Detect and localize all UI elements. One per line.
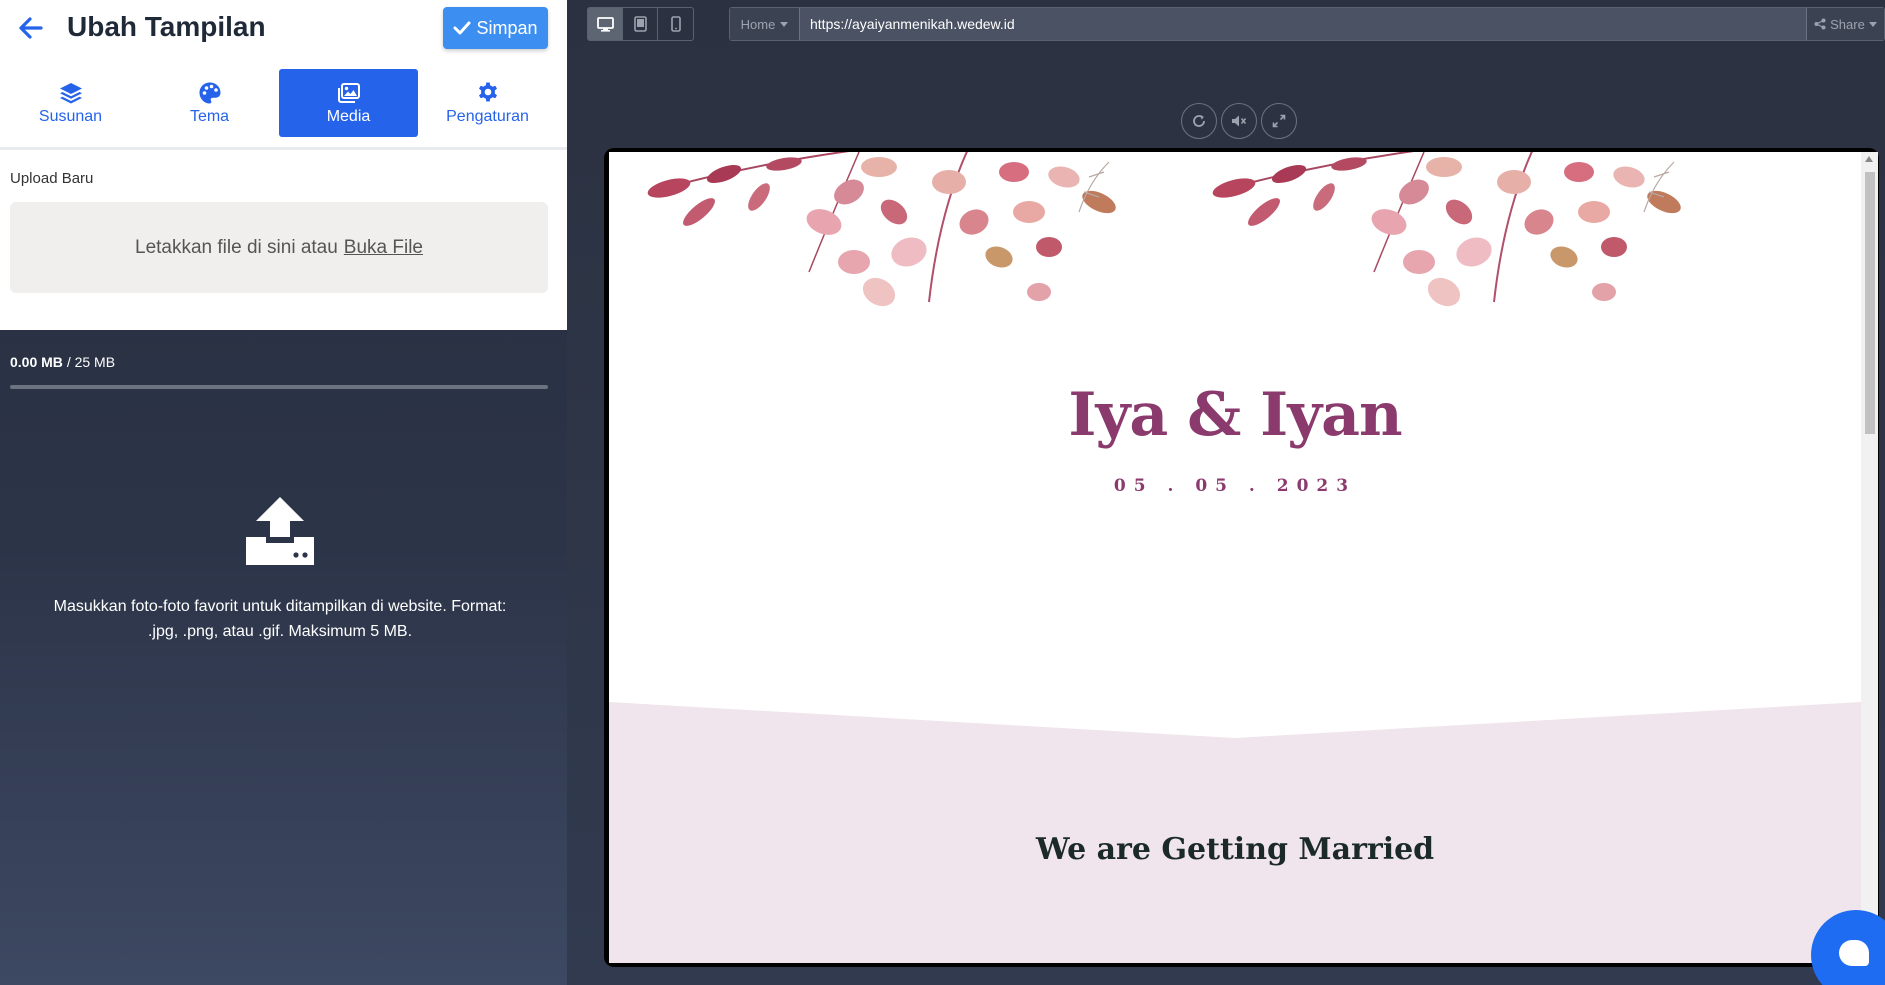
scrollbar-thumb[interactable] <box>1865 172 1875 434</box>
leaf-cluster <box>647 152 1116 307</box>
tablet-icon <box>633 16 647 32</box>
arrow-left-icon <box>19 17 43 39</box>
share-icon <box>1814 18 1826 30</box>
open-file-link[interactable]: Buka File <box>344 237 423 259</box>
panel-header-area: Ubah Tampilan Simpan Susunan Tema Media … <box>0 0 567 330</box>
tab-tema[interactable]: Tema <box>140 69 279 137</box>
divider <box>0 147 567 150</box>
images-icon <box>337 82 360 103</box>
layers-icon <box>59 82 82 103</box>
wedding-date: 05 . 05 . 2023 <box>1113 476 1357 496</box>
website-preview[interactable]: Iya & Iyan 05 . 05 . 2023 We are Getting… <box>609 152 1861 963</box>
storage-total: / 25 MB <box>66 354 116 370</box>
reload-button[interactable] <box>1181 103 1217 139</box>
editor-panel: Ubah Tampilan Simpan Susunan Tema Media … <box>0 0 567 985</box>
check-icon <box>453 21 471 35</box>
tab-label: Media <box>326 107 371 125</box>
share-label: Share <box>1830 16 1865 32</box>
caret-down-icon <box>780 21 789 27</box>
tab-label: Tema <box>189 107 230 125</box>
storage-used: 0.00 MB <box>10 354 63 370</box>
caret-down-icon <box>1868 21 1877 27</box>
mobile-view-button[interactable] <box>658 8 693 40</box>
fullscreen-button[interactable] <box>1261 103 1297 139</box>
tab-media[interactable]: Media <box>279 69 418 137</box>
upload-icon <box>246 497 314 565</box>
preview-scrollbar[interactable] <box>1861 152 1878 963</box>
dropzone-text: Letakkan file di sini atau <box>135 236 338 258</box>
floral-decoration <box>647 152 1686 313</box>
gear-icon <box>478 82 497 101</box>
desktop-view-button[interactable] <box>588 8 623 40</box>
desktop-icon <box>596 16 614 32</box>
storage-progress-bar <box>10 385 548 389</box>
page-select-value: Home <box>740 16 776 32</box>
back-button[interactable] <box>14 10 46 46</box>
device-switcher <box>587 7 694 41</box>
expand-icon <box>1272 114 1286 128</box>
site-url[interactable]: https://ayaiyanmenikah.wedew.id <box>810 8 1015 40</box>
tab-pengaturan[interactable]: Pengaturan <box>418 69 557 137</box>
palette-icon <box>199 82 220 103</box>
tab-label: Susunan <box>38 107 103 125</box>
refresh-icon <box>1193 115 1205 127</box>
save-button-label: Simpan <box>476 17 538 38</box>
couple-names: Iya & Iyan <box>1068 380 1402 450</box>
mute-button[interactable] <box>1221 103 1257 139</box>
share-button[interactable]: Share <box>1806 8 1884 40</box>
upload-label: Upload Baru <box>10 170 94 187</box>
save-button[interactable]: Simpan <box>443 7 548 49</box>
tab-label: Pengaturan <box>446 107 529 125</box>
upload-hint-text: Masukkan foto-foto favorit untuk ditampi… <box>53 598 507 640</box>
tab-susunan[interactable]: Susunan <box>1 69 140 137</box>
file-dropzone[interactable]: Letakkan file di sini atau Buka File <box>10 202 548 293</box>
tablet-view-button[interactable] <box>623 8 658 40</box>
device-frame: Iya & Iyan 05 . 05 . 2023 We are Getting… <box>604 148 1879 967</box>
section-title: We are Getting Married <box>1035 832 1435 867</box>
page-select-dropdown[interactable]: Home <box>730 8 800 40</box>
scroll-up-arrow[interactable] <box>1865 156 1873 162</box>
volume-mute-icon <box>1232 115 1247 127</box>
panel-title: Ubah Tampilan <box>67 11 266 42</box>
chat-icon <box>1839 940 1869 966</box>
url-bar: Home https://ayaiyanmenikah.wedew.id Sha… <box>729 7 1885 41</box>
preview-area: Home https://ayaiyanmenikah.wedew.id Sha… <box>567 0 1885 985</box>
mobile-icon <box>670 16 681 32</box>
storage-usage: 0.00 MB / 25 MB <box>10 354 115 370</box>
